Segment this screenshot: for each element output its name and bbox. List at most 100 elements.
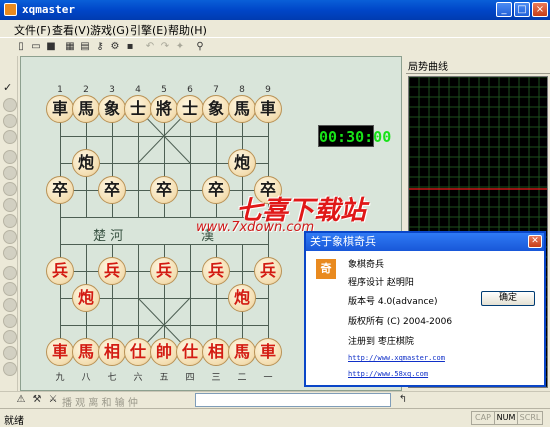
notation-hint: 播 观 离 和 输 仲 — [62, 398, 138, 409]
black-piece[interactable]: 炮 — [228, 149, 256, 177]
app-logo-icon: 奇 — [316, 259, 336, 279]
save-icon[interactable]: ■ — [44, 40, 58, 54]
registered-text: 注册到 枣庄棋院 — [348, 337, 414, 347]
caps-indicator: CAP — [471, 411, 495, 425]
piece-tool-icon[interactable] — [3, 214, 17, 228]
watermark-url: www.7xdown.com — [196, 220, 315, 235]
menu-engine[interactable]: 引擎(E) — [130, 22, 168, 38]
piece-tool-icon[interactable] — [3, 282, 17, 296]
red-piece[interactable]: 炮 — [72, 284, 100, 312]
minimize-button[interactable]: _ — [496, 2, 512, 17]
red-piece[interactable]: 炮 — [228, 284, 256, 312]
redo-icon[interactable]: ↷ — [158, 40, 172, 54]
website-link-1[interactable]: http://www.xqmaster.com — [348, 354, 445, 362]
red-piece[interactable]: 車 — [46, 338, 74, 366]
black-piece[interactable]: 卒 — [98, 176, 126, 204]
find-icon[interactable]: ⚲ — [193, 40, 207, 54]
dialog-close-button[interactable]: ✕ — [528, 235, 542, 248]
menu-game[interactable]: 游戏(G) — [90, 22, 129, 38]
hint-icon[interactable]: ✦ — [173, 40, 187, 54]
red-piece[interactable]: 相 — [202, 338, 230, 366]
game-clock: 00:30:00 — [318, 125, 391, 147]
menu-help[interactable]: 帮助(H) — [168, 22, 207, 38]
black-piece[interactable]: 卒 — [202, 176, 230, 204]
open-icon[interactable]: ▭ — [29, 40, 43, 54]
black-piece[interactable]: 士 — [124, 95, 152, 123]
new-icon[interactable]: ▯ — [14, 40, 28, 54]
website-link-2[interactable]: http://www.58xq.com — [348, 370, 428, 378]
flip-icon[interactable]: ▤ — [78, 40, 92, 54]
piece-tool-icon[interactable] — [3, 230, 17, 244]
black-piece[interactable]: 車 — [254, 95, 282, 123]
red-piece[interactable]: 馬 — [228, 338, 256, 366]
piece-tool-icon[interactable] — [3, 246, 17, 260]
copyright-text: 版权所有 (C) 2004-2006 — [348, 317, 453, 327]
black-piece[interactable]: 將 — [150, 95, 178, 123]
close-button[interactable]: × — [532, 2, 548, 17]
side-tool-icon[interactable] — [3, 130, 17, 144]
menu-file[interactable]: 文件(F) — [14, 22, 51, 38]
piece-tool-icon[interactable] — [3, 330, 17, 344]
dialog-title: 关于象棋奇兵 — [306, 233, 544, 251]
red-piece[interactable]: 馬 — [72, 338, 100, 366]
key-icon[interactable]: ⚷ — [93, 40, 107, 54]
red-piece[interactable]: 帥 — [150, 338, 178, 366]
num-indicator: NUM — [494, 411, 518, 425]
black-piece[interactable]: 馬 — [228, 95, 256, 123]
warning-icon[interactable]: ⚠ — [14, 393, 28, 407]
red-piece[interactable]: 仕 — [124, 338, 152, 366]
menu-bar: 文件(F) 查看(V) 游戏(G) 引擎(E) 帮助(H) — [0, 20, 550, 37]
piece-tool-icon[interactable] — [3, 182, 17, 196]
piece-tool-icon[interactable] — [3, 298, 17, 312]
black-piece[interactable]: 車 — [46, 95, 74, 123]
red-piece[interactable]: 兵 — [98, 257, 126, 285]
app-icon — [4, 3, 17, 16]
piece-tool-icon[interactable] — [3, 346, 17, 360]
red-piece[interactable]: 車 — [254, 338, 282, 366]
check-icon[interactable]: ✓ — [3, 82, 15, 94]
piece-tool-icon[interactable] — [3, 198, 17, 212]
about-dialog: 关于象棋奇兵 ✕ 奇 象棋奇兵 程序设计 赵明阳 版本号 4.0(advance… — [304, 231, 546, 387]
console-icon[interactable]: ▪ — [123, 40, 137, 54]
piece-tool-icon[interactable] — [3, 314, 17, 328]
menu-view[interactable]: 查看(V) — [52, 22, 90, 38]
piece-tool-icon[interactable] — [3, 150, 17, 164]
side-tool-icon[interactable] — [3, 98, 17, 112]
status-bar: 就绪 CAP NUM SCRL — [0, 408, 550, 427]
piece-tool-icon[interactable] — [3, 362, 17, 376]
window-title: xqmaster — [22, 3, 75, 16]
notation-bar: ⚠ ⚒ ⚔ 播 观 离 和 输 仲 ↰ — [0, 391, 550, 409]
red-piece[interactable]: 相 — [98, 338, 126, 366]
black-piece[interactable]: 卒 — [46, 176, 74, 204]
piece-tool-icon[interactable] — [3, 266, 17, 280]
black-piece[interactable]: 士 — [176, 95, 204, 123]
title-bar: xqmaster _ □ × — [0, 0, 550, 20]
scroll-indicator: SCRL — [517, 411, 543, 425]
red-piece[interactable]: 兵 — [150, 257, 178, 285]
red-piece[interactable]: 仕 — [176, 338, 204, 366]
product-name: 象棋奇兵 — [348, 260, 385, 270]
side-tool-icon[interactable] — [3, 114, 17, 128]
maximize-button[interactable]: □ — [514, 2, 530, 17]
black-piece[interactable]: 卒 — [150, 176, 178, 204]
hammer-icon[interactable]: ⚔ — [46, 393, 60, 407]
river-label-chu: 楚 河 — [93, 229, 124, 244]
side-toolbar: ✓ — [0, 56, 18, 391]
piece-tool-icon[interactable] — [3, 166, 17, 180]
black-piece[interactable]: 象 — [98, 95, 126, 123]
black-piece[interactable]: 炮 — [72, 149, 100, 177]
move-input[interactable] — [195, 393, 391, 407]
board-icon[interactable]: ▦ — [63, 40, 77, 54]
panel-title: 局势曲线 — [406, 58, 550, 74]
ok-button[interactable]: 确定 — [481, 291, 535, 306]
undo-icon[interactable]: ↶ — [143, 40, 157, 54]
red-piece[interactable]: 兵 — [46, 257, 74, 285]
red-piece[interactable]: 兵 — [202, 257, 230, 285]
tools-icon[interactable]: ⚒ — [30, 393, 44, 407]
author-text: 程序设计 赵明阳 — [348, 278, 414, 288]
back-arrow-icon[interactable]: ↰ — [396, 393, 410, 407]
black-piece[interactable]: 馬 — [72, 95, 100, 123]
red-piece[interactable]: 兵 — [254, 257, 282, 285]
black-piece[interactable]: 象 — [202, 95, 230, 123]
engine-icon[interactable]: ⚙ — [108, 40, 122, 54]
